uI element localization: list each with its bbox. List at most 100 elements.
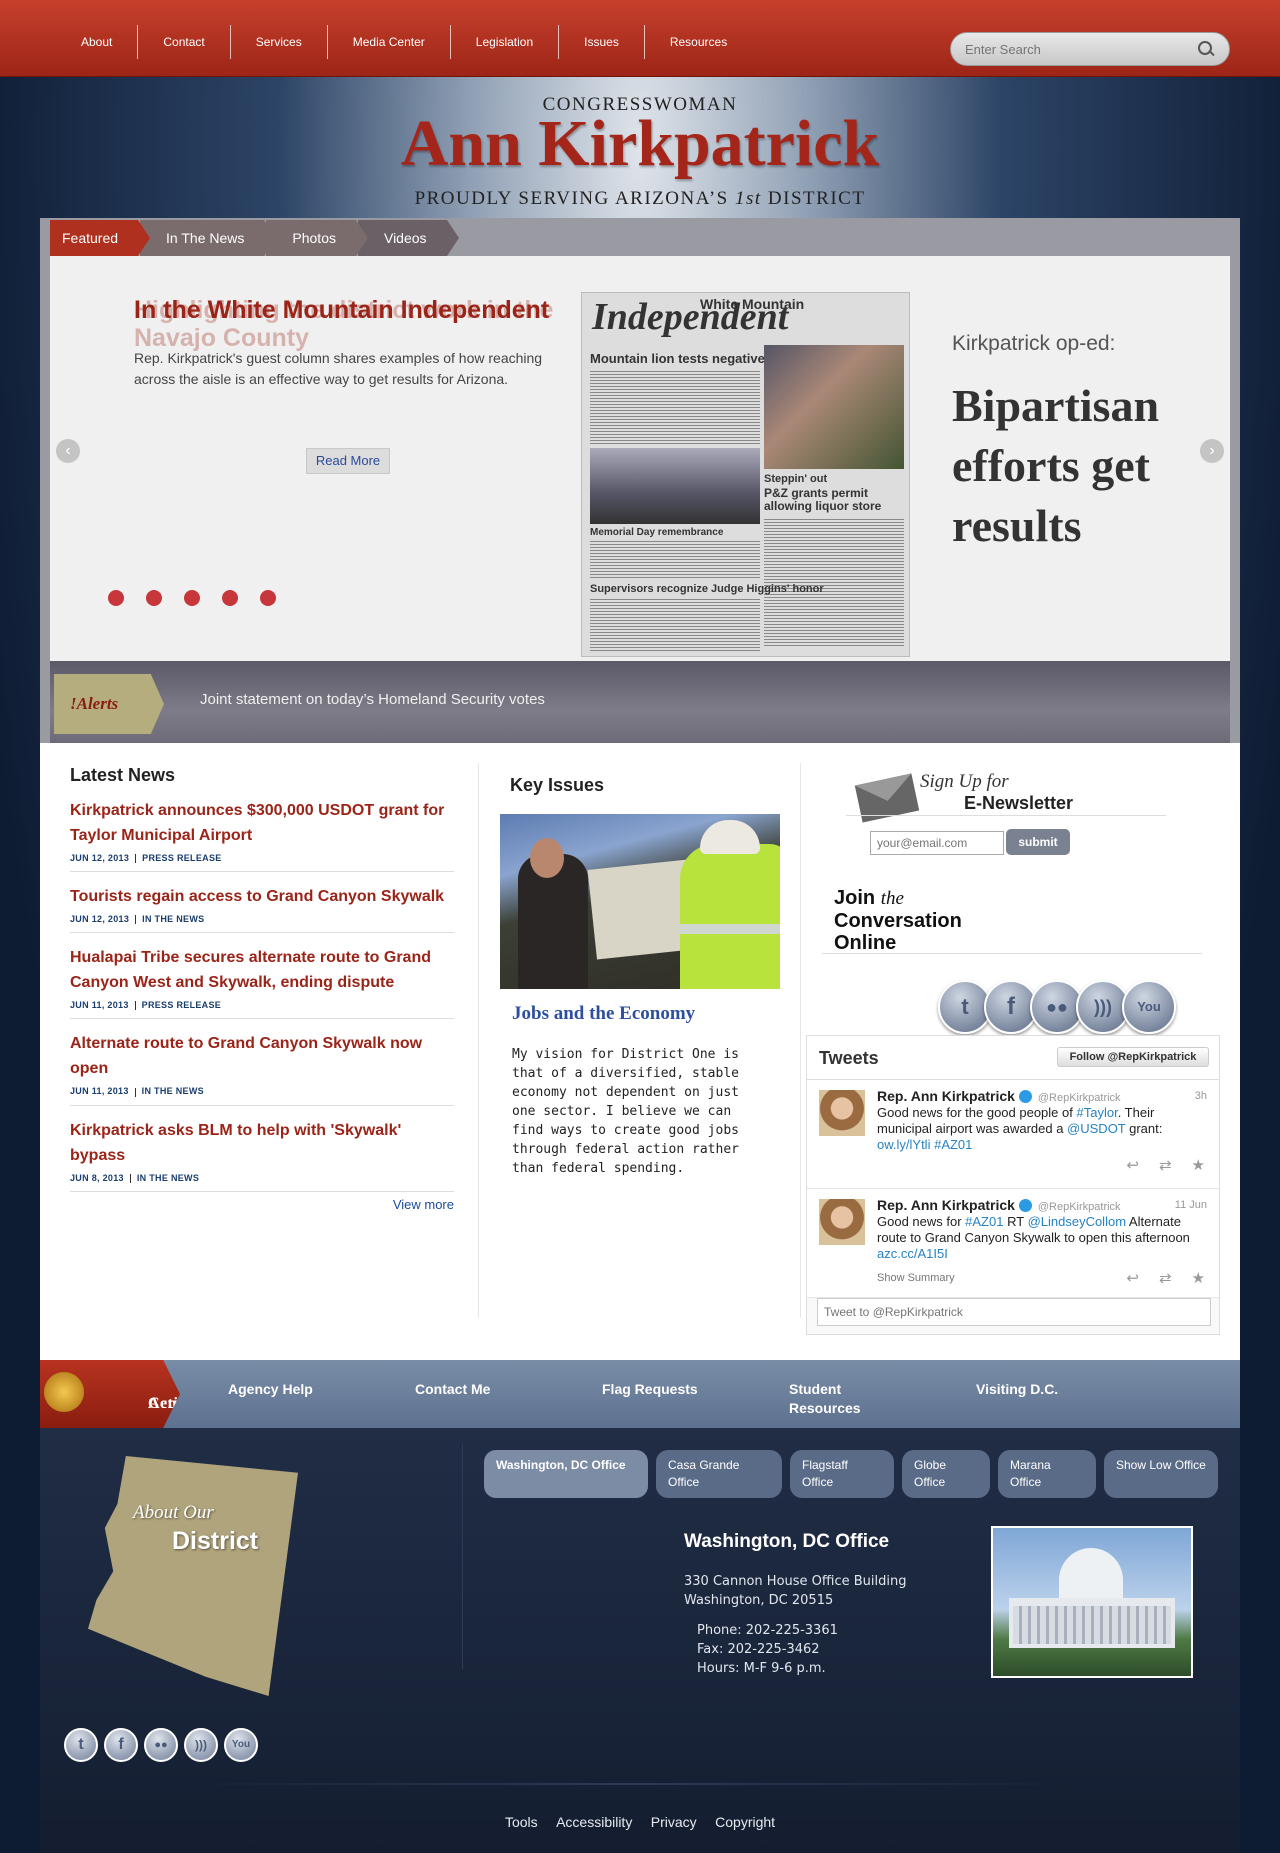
key-issues-heading: Key Issues xyxy=(510,775,605,795)
news-link[interactable]: Tourists regain access to Grand Canyon S… xyxy=(70,884,454,909)
slider-dot[interactable] xyxy=(146,590,162,606)
nav-issues[interactable]: Issues xyxy=(559,25,645,59)
district-label[interactable]: District xyxy=(172,1527,258,1556)
footer-link-tools[interactable]: Tools xyxy=(505,1814,538,1830)
retweet-icon[interactable]: ⇄ xyxy=(1159,1269,1172,1287)
footer-link-privacy[interactable]: Privacy xyxy=(651,1814,697,1830)
news-date: JUN 12, 2013 xyxy=(70,914,130,925)
nav-about[interactable]: About xyxy=(56,25,139,59)
office-tab-globe[interactable]: Globe Office xyxy=(902,1450,990,1498)
reply-icon[interactable]: ↩ xyxy=(1126,1156,1139,1174)
news-type[interactable]: PRESS RELEASE xyxy=(142,1000,221,1010)
slider-dot[interactable] xyxy=(184,590,200,606)
header-name[interactable]: Ann Kirkpatrick xyxy=(0,106,1280,182)
avatar[interactable] xyxy=(819,1090,865,1136)
office-tab-show-low[interactable]: Show Low Office xyxy=(1104,1450,1218,1498)
view-more-link[interactable]: View more xyxy=(70,1197,454,1212)
youtube-icon[interactable]: You xyxy=(1122,980,1176,1034)
footer-links: Tools Accessibility Privacy Copyright xyxy=(40,1814,1240,1832)
key-issues-photo[interactable] xyxy=(500,814,780,989)
tweets-widget: Tweets Follow @RepKirkpatrick Rep. Ann K… xyxy=(806,1035,1220,1335)
slider-dot[interactable] xyxy=(108,590,124,606)
office-tab-marana[interactable]: Marana Office xyxy=(998,1450,1096,1498)
tab-videos[interactable]: Videos xyxy=(357,220,459,256)
news-link[interactable]: Hualapai Tribe secures alternate route t… xyxy=(70,945,454,995)
youtube-icon[interactable]: You xyxy=(224,1728,258,1762)
news-type[interactable]: IN THE NEWS xyxy=(137,1173,199,1183)
news-link[interactable]: Alternate route to Grand Canyon Skywalk … xyxy=(70,1031,454,1081)
tweet-author[interactable]: Rep. Ann Kirkpatrick @RepKirkpatrick xyxy=(877,1088,1121,1104)
tab-photos[interactable]: Photos xyxy=(266,220,368,256)
tweet: Rep. Ann Kirkpatrick @RepKirkpatrick 11 … xyxy=(807,1189,1219,1298)
news-meta: JUN 12, 2013 PRESS RELEASE xyxy=(70,853,454,864)
slider-prev-icon[interactable]: ‹ xyxy=(56,439,80,463)
slider-dot[interactable] xyxy=(222,590,238,606)
footer-link-copyright[interactable]: Copyright xyxy=(715,1814,775,1830)
news-type[interactable]: PRESS RELEASE xyxy=(142,853,221,863)
twitter-icon[interactable]: t xyxy=(64,1728,98,1762)
flickr-icon[interactable]: ●● xyxy=(144,1728,178,1762)
tab-featured[interactable]: Featured xyxy=(50,220,151,256)
nav-resources[interactable]: Resources xyxy=(645,25,752,59)
reply-icon[interactable]: ↩ xyxy=(1126,1269,1139,1287)
tweet: Rep. Ann Kirkpatrick @RepKirkpatrick 3h … xyxy=(807,1080,1219,1189)
news-link[interactable]: Kirkpatrick announces $300,000 USDOT gra… xyxy=(70,798,454,848)
tweet-time[interactable]: 11 Jun xyxy=(1175,1199,1207,1211)
newspaper-headline: Supervisors recognize Judge Higgins' hon… xyxy=(590,583,824,595)
agency-help-link[interactable]: Agency Help xyxy=(228,1380,313,1399)
tagline-ordinal: 1st xyxy=(734,188,762,209)
show-summary-link[interactable]: Show Summary xyxy=(877,1272,955,1284)
newspaper-column xyxy=(590,539,760,579)
office-tab-washington[interactable]: Washington, DC Office xyxy=(484,1450,648,1498)
action-center-badge: Action Center xyxy=(40,1360,180,1428)
tweet-time[interactable]: 3h xyxy=(1195,1090,1207,1102)
slider-tabs: Featured In The News Photos Videos xyxy=(50,220,459,256)
news-link[interactable]: Kirkpatrick asks BLM to help with 'Skywa… xyxy=(70,1118,454,1168)
news-item: Kirkpatrick announces $300,000 USDOT gra… xyxy=(70,786,454,873)
tab-in-the-news[interactable]: In The News xyxy=(140,220,277,256)
tweet-author[interactable]: Rep. Ann Kirkpatrick @RepKirkpatrick xyxy=(877,1197,1121,1213)
office-tabs: Washington, DC Office Casa Grande Office… xyxy=(484,1450,1226,1498)
oped-label: Kirkpatrick op-ed: xyxy=(952,332,1116,355)
news-item: Tourists regain access to Grand Canyon S… xyxy=(70,872,454,934)
alert-link[interactable]: Joint statement on today’s Homeland Secu… xyxy=(200,691,545,708)
search-input[interactable] xyxy=(965,41,1197,57)
contact-me-link[interactable]: Contact Me xyxy=(415,1380,490,1399)
slide-title[interactable]: In the White Mountain Independent xyxy=(134,296,554,324)
search-icon[interactable] xyxy=(1197,40,1215,58)
nav-media-center[interactable]: Media Center xyxy=(328,25,451,59)
search-box xyxy=(950,32,1230,66)
newsletter-submit-button[interactable]: submit xyxy=(1006,829,1070,855)
favorite-icon[interactable]: ★ xyxy=(1192,1156,1205,1174)
oped-title: Bipartisan efforts get results xyxy=(952,380,1160,551)
nav-contact[interactable]: Contact xyxy=(138,25,231,59)
newsletter-sign-up: Sign Up for xyxy=(920,771,1009,792)
newspaper-image: White Mountain Independent Mountain lion… xyxy=(581,292,910,657)
slider-dot[interactable] xyxy=(260,590,276,606)
nav-legislation[interactable]: Legislation xyxy=(451,25,560,59)
footer-link-accessibility[interactable]: Accessibility xyxy=(556,1814,632,1830)
tweet-handle: @RepKirkpatrick xyxy=(1037,1092,1121,1104)
follow-button[interactable]: Follow @RepKirkpatrick xyxy=(1057,1047,1209,1067)
news-type[interactable]: IN THE NEWS xyxy=(142,914,204,924)
tweets-heading: Tweets xyxy=(819,1048,879,1068)
tweet-input[interactable] xyxy=(817,1298,1211,1326)
avatar[interactable] xyxy=(819,1199,865,1245)
news-item: Kirkpatrick asks BLM to help with 'Skywa… xyxy=(70,1106,454,1192)
newsletter-email-input[interactable] xyxy=(870,831,1004,855)
retweet-icon[interactable]: ⇄ xyxy=(1159,1156,1172,1174)
rss-icon[interactable]: ))) xyxy=(184,1728,218,1762)
about-our-label[interactable]: About Our xyxy=(133,1502,214,1524)
student-resources-link[interactable]: Student Resources xyxy=(789,1380,889,1418)
office-tab-casa-grande[interactable]: Casa Grande Office xyxy=(656,1450,782,1498)
flag-requests-link[interactable]: Flag Requests xyxy=(602,1380,698,1399)
read-more-button[interactable]: Read More xyxy=(306,448,390,474)
favorite-icon[interactable]: ★ xyxy=(1192,1269,1205,1287)
nav-services[interactable]: Services xyxy=(231,25,328,59)
arizona-map-icon[interactable] xyxy=(88,1456,298,1696)
key-issue-title[interactable]: Jobs and the Economy xyxy=(512,1003,768,1025)
office-tab-flagstaff[interactable]: Flagstaff Office xyxy=(790,1450,894,1498)
facebook-icon[interactable]: f xyxy=(104,1728,138,1762)
visiting-dc-link[interactable]: Visiting D.C. xyxy=(976,1380,1058,1399)
news-type[interactable]: IN THE NEWS xyxy=(142,1086,204,1096)
